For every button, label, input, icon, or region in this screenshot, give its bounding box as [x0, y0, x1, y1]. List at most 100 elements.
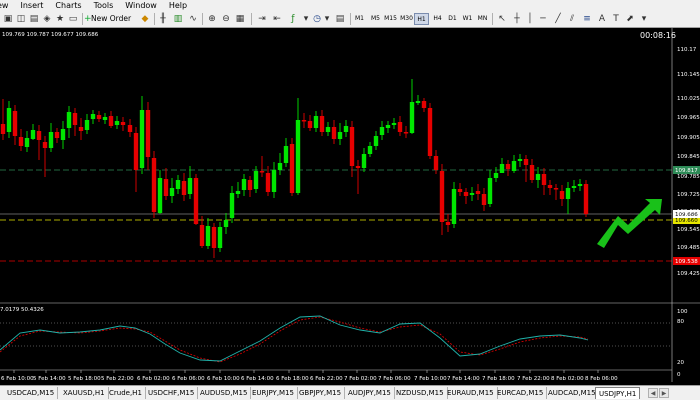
bullish-candle[interactable]: [337, 132, 343, 139]
bullish-candle[interactable]: [90, 114, 96, 119]
new-order-button[interactable]: New Order: [91, 13, 131, 25]
bullish-candle[interactable]: [271, 170, 277, 192]
bullish-candle[interactable]: [169, 188, 175, 196]
bearish-candle[interactable]: [481, 194, 487, 205]
bearish-candle[interactable]: [211, 227, 217, 248]
text-tool-icon[interactable]: A: [596, 13, 608, 25]
timeframe-h1[interactable]: H1: [414, 13, 429, 25]
timeframe-m30[interactable]: M30: [399, 13, 414, 25]
tab-eurcad-m15[interactable]: EURCAD,M15: [494, 387, 548, 399]
bullish-candle[interactable]: [241, 179, 247, 190]
bullish-candle[interactable]: [571, 186, 577, 188]
tab-usdjpy-h1[interactable]: USDJPY,H1: [595, 387, 641, 399]
bearish-candle[interactable]: [583, 184, 589, 214]
bullish-candle[interactable]: [139, 110, 145, 168]
bearish-candle[interactable]: [445, 222, 451, 225]
bullish-candle[interactable]: [223, 220, 229, 227]
bullish-candle[interactable]: [175, 180, 181, 189]
bearish-candle[interactable]: [301, 120, 307, 122]
bearish-candle[interactable]: [151, 158, 157, 212]
bearish-candle[interactable]: [559, 191, 565, 199]
bullish-candle[interactable]: [517, 159, 523, 161]
bullish-candle[interactable]: [283, 146, 289, 163]
indicators-icon[interactable]: ƒ: [287, 13, 299, 25]
bearish-candle[interactable]: [120, 122, 126, 125]
bearish-candle[interactable]: [397, 122, 403, 132]
bullish-candle[interactable]: [535, 174, 541, 180]
tab-audcad-m15[interactable]: AUDCAD,M15: [545, 387, 600, 399]
bullish-candle[interactable]: [313, 116, 319, 128]
bearish-candle[interactable]: [529, 165, 535, 180]
bullish-candle[interactable]: [391, 123, 397, 125]
new-chart-icon[interactable]: ▣: [2, 13, 14, 25]
bearish-candle[interactable]: [427, 108, 433, 156]
bullish-candle[interactable]: [48, 132, 54, 148]
arrow-tool-icon[interactable]: ⬈: [624, 13, 636, 25]
bearish-candle[interactable]: [181, 181, 187, 195]
timeframe-mn[interactable]: MN: [475, 13, 490, 25]
bearish-candle[interactable]: [289, 144, 295, 193]
bullish-candle[interactable]: [295, 120, 301, 193]
bearish-candle[interactable]: [547, 185, 553, 188]
tab-gbpjpy-m15[interactable]: GBPJPY,M15: [296, 387, 346, 399]
bearish-candle[interactable]: [265, 173, 271, 192]
terminal-icon[interactable]: ▭: [67, 13, 79, 25]
timeframe-h4[interactable]: H4: [430, 13, 445, 25]
bearish-candle[interactable]: [403, 132, 409, 134]
bullish-candle[interactable]: [361, 154, 367, 168]
timeframe-w1[interactable]: W1: [460, 13, 475, 25]
tab-xauusd-h1[interactable]: XAUUSD,H1: [60, 387, 109, 399]
menu-charts[interactable]: Charts: [55, 0, 81, 11]
bearish-candle[interactable]: [307, 121, 313, 128]
bearish-candle[interactable]: [163, 179, 169, 196]
bearish-candle[interactable]: [127, 125, 133, 132]
bearish-candle[interactable]: [421, 101, 427, 108]
bullish-candle[interactable]: [205, 226, 211, 246]
bullish-candle[interactable]: [253, 171, 259, 189]
bearish-candle[interactable]: [505, 164, 511, 169]
bearish-candle[interactable]: [36, 131, 42, 140]
bullish-candle[interactable]: [157, 178, 163, 213]
tab-nzdusd-m15[interactable]: NZDUSD,M15: [393, 387, 448, 399]
channel-icon[interactable]: ⫽: [566, 13, 578, 25]
vertical-line-icon[interactable]: │: [524, 13, 536, 25]
tab-usdchf-m15[interactable]: USDCHF,M15: [145, 387, 199, 399]
bullish-candle[interactable]: [451, 189, 457, 224]
bullish-candle[interactable]: [235, 191, 241, 194]
zoom-out-icon[interactable]: ⊖: [220, 13, 232, 25]
tab-crude-h1[interactable]: Crude,H1: [106, 387, 146, 399]
bearish-candle[interactable]: [355, 166, 361, 168]
bullish-candle[interactable]: [385, 125, 391, 128]
bullish-candle[interactable]: [24, 138, 30, 147]
bullish-candle[interactable]: [373, 136, 379, 146]
bearish-candle[interactable]: [247, 180, 253, 190]
bearish-candle[interactable]: [331, 127, 337, 139]
chart-shift-icon[interactable]: ⇥: [256, 13, 268, 25]
bullish-candle[interactable]: [6, 108, 12, 132]
candlestick-icon[interactable]: ▥: [172, 13, 184, 25]
bullish-candle[interactable]: [409, 102, 415, 133]
menu-view[interactable]: ew: [0, 0, 8, 11]
market-watch-icon[interactable]: ▤: [28, 13, 40, 25]
bullish-candle[interactable]: [565, 188, 571, 199]
autotrading-icon[interactable]: ◆: [139, 13, 151, 25]
bullish-candle[interactable]: [60, 129, 66, 140]
bearish-candle[interactable]: [133, 133, 139, 170]
bearish-candle[interactable]: [54, 132, 60, 138]
profiles-icon[interactable]: ◫: [15, 13, 27, 25]
menu-insert[interactable]: Insert: [20, 0, 43, 11]
tab-scroll-left-icon[interactable]: ◀: [648, 388, 658, 398]
bearish-candle[interactable]: [439, 171, 445, 222]
tab-scroll-right-icon[interactable]: ▶: [659, 388, 669, 398]
trendline-icon[interactable]: ╱: [552, 13, 564, 25]
bearish-candle[interactable]: [349, 127, 355, 166]
bullish-candle[interactable]: [277, 163, 283, 170]
tile-windows-icon[interactable]: ▦: [234, 13, 246, 25]
bullish-candle[interactable]: [415, 101, 421, 103]
new-order-icon[interactable]: +: [84, 13, 92, 25]
chart-canvas[interactable]: 109.817109.660109.538109.686 10080200 11…: [0, 28, 700, 382]
bullish-candle[interactable]: [187, 178, 193, 194]
crosshair-icon[interactable]: ┼: [511, 13, 523, 25]
line-chart-icon[interactable]: ∿: [187, 13, 199, 25]
cursor-icon[interactable]: ↖: [496, 13, 508, 25]
